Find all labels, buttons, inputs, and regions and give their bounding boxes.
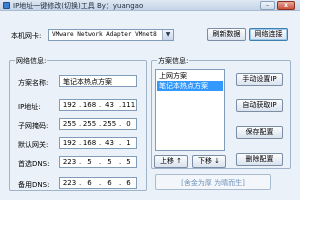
default-gateway-label: 默认网关:: [18, 141, 49, 149]
gateway-octet-2[interactable]: 168: [81, 139, 98, 147]
adapter-select[interactable]: VMware Network Adapter VMnet8 ▼: [48, 29, 174, 41]
gateway-octet-3[interactable]: 43: [101, 139, 118, 147]
scheme-list-item[interactable]: 上网方案: [157, 71, 223, 81]
move-down-button[interactable]: 下移 ↓: [192, 155, 226, 168]
network-info-title: 网络信息:: [15, 56, 48, 66]
scheme-list[interactable]: 上网方案 笔记本热点方案: [155, 69, 225, 151]
move-up-button[interactable]: 上移 ↑: [154, 155, 188, 168]
app-window: IP地址一键修改(切换)工具 By：yuangao – x 本机网卡: VMwa…: [0, 0, 300, 200]
alternate-dns-label: 备用DNS:: [18, 181, 50, 189]
title-bar[interactable]: IP地址一键修改(切换)工具 By：yuangao – x: [0, 0, 300, 11]
dns2-octet-3[interactable]: 6: [101, 179, 118, 187]
mask-octet-4[interactable]: 0: [120, 120, 137, 128]
gateway-octet-4[interactable]: 1: [120, 139, 137, 147]
scheme-name-value: 笔记本热点方案: [63, 78, 112, 86]
refresh-data-button[interactable]: 刷新数据: [207, 28, 246, 41]
dns2-octet-4[interactable]: 6: [120, 179, 137, 187]
network-app-icon: [3, 2, 10, 9]
ip-octet-4[interactable]: 111: [120, 101, 137, 109]
dns2-octet-1[interactable]: 223: [61, 179, 78, 187]
subnet-mask-input[interactable]: 255 . 255 . 255 . 0: [59, 118, 137, 130]
scheme-list-item-selected[interactable]: 笔记本热点方案: [157, 81, 223, 91]
manual-ip-button[interactable]: 手动设置IP: [236, 73, 283, 86]
chevron-down-icon[interactable]: ▼: [162, 30, 173, 40]
dns1-octet-3[interactable]: 5: [101, 158, 118, 166]
default-gateway-input[interactable]: 192 . 168 . 43 . 1: [59, 137, 137, 149]
network-connection-button[interactable]: 网络连接: [249, 28, 288, 41]
ip-octet-2[interactable]: 168: [81, 101, 98, 109]
scheme-info-title: 方案信息:: [157, 56, 190, 66]
adapter-label: 本机网卡:: [11, 32, 42, 40]
subnet-mask-label: 子网掩码:: [18, 122, 49, 130]
dns1-octet-1[interactable]: 223: [61, 158, 78, 166]
delete-config-button[interactable]: 删除配置: [236, 153, 283, 166]
dns1-octet-2[interactable]: 5: [81, 158, 98, 166]
scheme-name-label: 方案名称:: [18, 79, 49, 87]
window-title: IP地址一键修改(切换)工具 By：yuangao: [13, 2, 144, 10]
ip-address-input[interactable]: 192 . 168 . 43 . 111: [59, 99, 137, 111]
dns2-octet-2[interactable]: 6: [81, 179, 98, 187]
footer-bar: [舍金为厚 为晴而生]: [155, 174, 271, 190]
preferred-dns-input[interactable]: 223 . 5 . 5 . 5: [59, 156, 137, 168]
mask-octet-2[interactable]: 255: [81, 120, 98, 128]
save-config-button[interactable]: 保存配置: [236, 126, 283, 139]
footer-slogan: [舍金为厚 为晴而生]: [181, 179, 245, 187]
mask-octet-1[interactable]: 255: [61, 120, 78, 128]
scheme-name-input[interactable]: 笔记本热点方案: [59, 75, 137, 87]
dns1-octet-4[interactable]: 5: [120, 158, 137, 166]
mask-octet-3[interactable]: 255: [101, 120, 118, 128]
gateway-octet-1[interactable]: 192: [61, 139, 78, 147]
adapter-select-value: VMware Network Adapter VMnet8: [52, 31, 157, 38]
ip-octet-3[interactable]: 43: [101, 101, 118, 109]
ip-address-label: IP地址:: [18, 103, 41, 111]
close-button[interactable]: x: [277, 1, 295, 10]
ip-octet-1[interactable]: 192: [61, 101, 78, 109]
alternate-dns-input[interactable]: 223 . 6 . 6 . 6: [59, 177, 137, 189]
minimize-button[interactable]: –: [260, 1, 275, 10]
preferred-dns-label: 首选DNS:: [18, 160, 50, 168]
auto-ip-button[interactable]: 自动获取IP: [236, 99, 283, 112]
